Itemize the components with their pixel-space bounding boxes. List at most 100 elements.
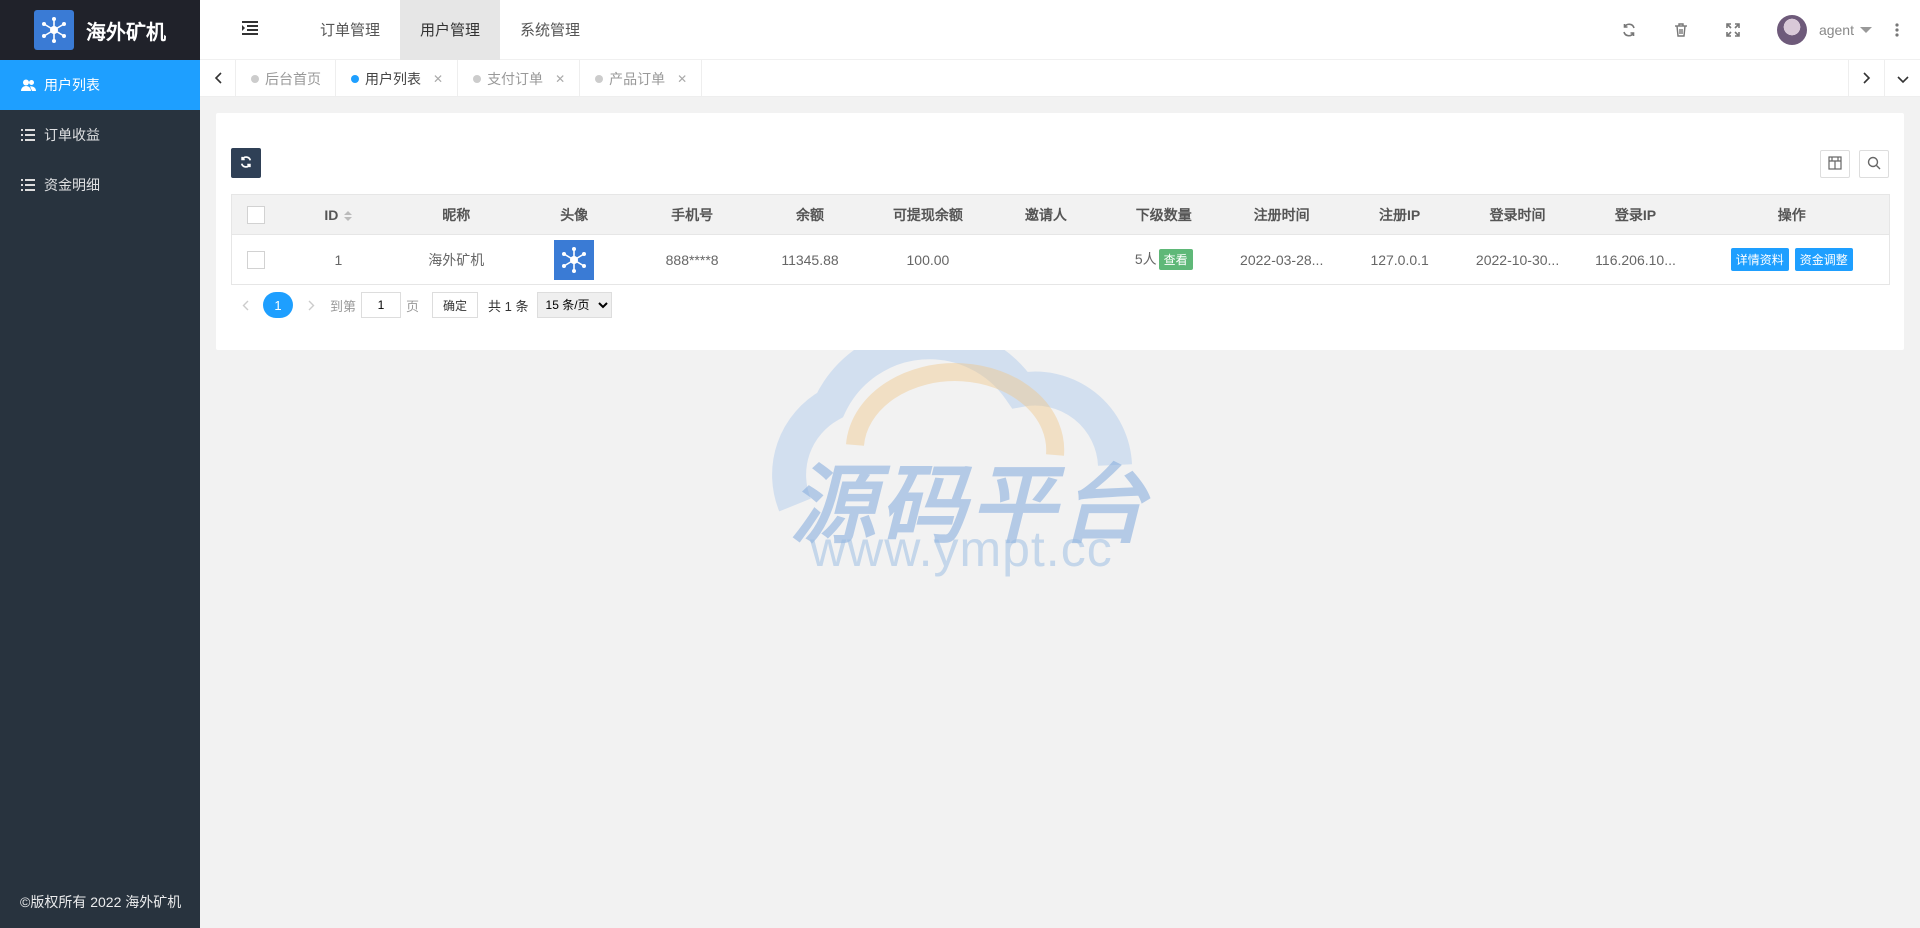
per-page-select[interactable]: 15 条/页 [536,292,612,318]
sort-icon [344,210,353,221]
page-number-input[interactable] [361,292,402,318]
tab-product-orders[interactable]: 产品订单 ✕ [580,60,703,97]
header-avatar: 头像 [515,194,634,235]
tab-dot [595,74,604,83]
cell-nickname: 海外矿机 [397,234,516,285]
pagination: 1 到第 页 确定 共 1 条 15 条/页 [231,291,612,319]
sidebar-item-label: 用户列表 [44,77,100,93]
total-count: 共 1 条 [488,298,529,314]
header-actions: agent [1603,0,1920,60]
tabs-dropdown[interactable] [1884,60,1920,97]
refresh-icon[interactable] [1603,0,1655,60]
table-refresh-button[interactable] [231,148,261,178]
tab-dot [473,74,482,83]
cell-reg-ip: 127.0.0.1 [1340,234,1459,285]
fullscreen-icon[interactable] [1707,0,1759,60]
top-menu: 订单管理 用户管理 系统管理 [300,0,600,60]
next-page-button[interactable] [297,291,325,319]
tabs-scroll-right[interactable] [1848,60,1884,97]
cell-login-ip: 116.206.10... [1576,234,1695,285]
close-icon[interactable]: ✕ [555,72,565,86]
sub-count-value: 5人 [1134,251,1157,267]
user-menu[interactable]: agent [1759,0,1886,60]
select-all-cell [231,194,280,235]
header-login-time: 登录时间 [1458,194,1577,235]
sortable-header-id[interactable]: ID [279,194,398,235]
close-icon[interactable]: ✕ [677,72,687,86]
top-menu-user-management[interactable]: 用户管理 [400,0,501,60]
select-all-checkbox[interactable] [246,205,265,224]
users-icon [20,79,36,92]
view-subordinates-button[interactable]: 查看 [1158,249,1193,270]
search-toggle-button[interactable] [1859,150,1889,178]
sidebar-item-order-income[interactable]: 订单收益 [0,110,200,160]
watermark-url: www.ympt.cc [810,521,1113,577]
tab-label: 后台首页 [265,70,321,87]
header-inviter: 邀请人 [986,194,1105,235]
tab-payment-orders[interactable]: 支付订单 ✕ [458,60,581,97]
trash-icon[interactable] [1655,0,1707,60]
header-sub-count: 下级数量 [1104,194,1223,235]
list-icon [20,129,36,141]
tab-label: 支付订单 [487,70,544,87]
columns-icon [1828,155,1842,173]
tab-label: 用户列表 [365,70,421,87]
page-label: 页 [406,298,420,314]
top-menu-system-management[interactable]: 系统管理 [500,0,600,60]
header: 订单管理 用户管理 系统管理 agent [200,0,1920,60]
copyright: ©版权所有 2022 海外矿机 [20,894,182,910]
header-balance: 余额 [751,194,869,235]
row-select-cell [231,234,280,285]
tabs-scroll-left[interactable] [200,60,236,97]
header-login-ip: 登录IP [1576,194,1695,235]
cell-avatar [515,234,634,285]
sidebar-item-user-list[interactable]: 用户列表 [0,60,200,110]
sidebar: 海外矿机 用户列表 订单收益 资金明细 ©版权所有 2022 海外矿机 [0,0,200,928]
avatar [1776,14,1807,45]
goto-confirm-button[interactable]: 确定 [432,292,479,318]
menu-fold-button[interactable] [200,0,300,60]
cell-id: 1 [279,234,398,285]
cell-inviter [986,234,1105,285]
tab-label: 产品订单 [609,70,666,87]
sidebar-item-fund-details[interactable]: 资金明细 [0,160,200,210]
cell-reg-time: 2022-03-28... [1222,234,1341,285]
menu-fold-icon [242,21,258,38]
cell-phone: 888****8 [633,234,752,285]
cell-login-time: 2022-10-30... [1458,234,1577,285]
logo-icon [34,10,74,50]
watermark-text: 源码平台 [790,458,1150,554]
tab-user-list[interactable]: 用户列表 ✕ [336,60,459,97]
top-menu-order-management[interactable]: 订单管理 [300,0,400,60]
details-button[interactable]: 详情资料 [1730,248,1789,271]
refresh-icon [240,155,252,171]
prev-page-button[interactable] [231,291,259,319]
chevron-down-icon [1860,26,1872,33]
sidebar-item-label: 资金明细 [44,177,100,193]
chevron-right-icon [1862,71,1871,87]
fund-adjust-button[interactable]: 资金调整 [1794,248,1853,271]
current-page[interactable]: 1 [263,292,293,318]
cell-actions: 详情资料 资金调整 [1694,234,1890,285]
cell-withdrawable: 100.00 [868,234,987,285]
tab-bar: 后台首页 用户列表 ✕ 支付订单 ✕ 产品订单 ✕ [200,60,1920,97]
logo[interactable]: 海外矿机 [0,0,200,60]
close-icon[interactable]: ✕ [433,72,443,86]
header-actions: 操作 [1694,194,1890,235]
row-checkbox[interactable] [246,250,265,269]
user-name: agent [1818,21,1854,38]
header-label: ID [324,206,339,223]
search-icon [1867,156,1881,173]
table-header-row: ID 昵称 头像 手机号 余额 可提现余额 邀请人 下级数量 注册时间 注册IP… [231,194,1890,235]
header-withdrawable: 可提现余额 [868,194,987,235]
header-reg-ip: 注册IP [1340,194,1459,235]
header-phone: 手机号 [633,194,752,235]
columns-filter-button[interactable] [1820,150,1850,178]
tab-home[interactable]: 后台首页 [236,60,336,97]
table-row: 1 海外矿机 888****8 11345.88 100.00 5人 查看 20… [231,234,1890,285]
tabs-right-controls [1848,60,1920,97]
goto-label: 到第 [330,298,357,314]
user-avatar-image[interactable] [554,239,595,280]
more-vertical-icon[interactable] [1886,0,1908,60]
tab-dot [351,74,359,83]
